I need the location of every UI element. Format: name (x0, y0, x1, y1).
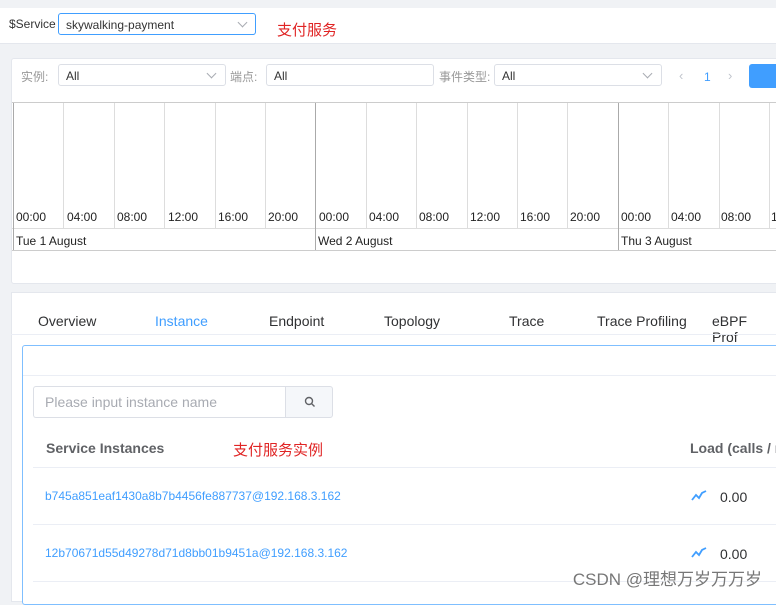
timeline-gridline (517, 103, 518, 228)
instance-link[interactable]: b745a851eaf1430a8b7b4456fe887737@192.168… (45, 489, 341, 503)
endpoint-filter-input[interactable]: All (266, 64, 434, 86)
timeline-tick: 08:00 (117, 210, 148, 224)
timeline-gridline (366, 103, 367, 228)
timeline-tick: 20:00 (268, 210, 299, 224)
timeline-tick: 08:00 (721, 210, 752, 224)
service-annotation: 支付服务 (277, 22, 338, 39)
tab-topology[interactable]: Topology (384, 313, 440, 329)
timeline-tick: 16:00 (520, 210, 551, 224)
timeline-divider (12, 228, 776, 229)
tab-ebpf-profiling[interactable]: eBPF Prof (712, 313, 776, 345)
trend-icon (691, 547, 707, 558)
trend-icon (691, 490, 707, 501)
timeline-day-label: Thu 3 August (621, 234, 692, 248)
chevron-down-icon (237, 17, 248, 28)
search-events-button[interactable] (749, 64, 776, 88)
timeline-gridline (215, 103, 216, 228)
tab-divider (11, 334, 776, 335)
chevron-down-icon (206, 68, 217, 79)
instance-load-value: 0.00 (720, 546, 748, 562)
timeline-tick: 04:00 (671, 210, 702, 224)
column-header-instances: Service Instances (46, 440, 165, 456)
event-type-label: 事件类型: (439, 70, 491, 84)
timeline-day-divider (13, 103, 14, 250)
timeline-tick: 12:00 (470, 210, 501, 224)
pager-next-button[interactable]: › (728, 68, 732, 83)
event-type-select[interactable]: All (494, 64, 662, 86)
timeline-tick: 00:00 (621, 210, 652, 224)
tab-trace[interactable]: Trace (509, 313, 544, 329)
instance-search-input[interactable] (33, 386, 286, 418)
watermark: CSDN @理想万岁万万岁 (572, 570, 762, 589)
timeline-tick: 1 (771, 210, 776, 224)
timeline-day-divider (618, 103, 619, 250)
service-select-value: skywalking-payment (66, 18, 175, 32)
timeline-gridline (719, 103, 720, 228)
tab-overview[interactable]: Overview (38, 313, 96, 329)
timeline-gridline (63, 103, 64, 228)
event-type-value: All (502, 69, 516, 83)
chevron-down-icon (642, 68, 653, 79)
tab-endpoint[interactable]: Endpoint (269, 313, 324, 329)
service-select[interactable]: skywalking-payment (58, 13, 256, 35)
endpoint-filter-label: 端点: (230, 70, 258, 84)
timeline-gridline (668, 103, 669, 228)
timeline-gridline (567, 103, 568, 228)
timeline-gridline (769, 103, 770, 228)
timeline-tick: 16:00 (218, 210, 249, 224)
table-row-divider (33, 524, 776, 525)
timeline-gridline (467, 103, 468, 228)
pager-prev-button[interactable]: ‹ (679, 68, 683, 83)
service-label: $Service (9, 17, 56, 31)
timeline-gridline (416, 103, 417, 228)
timeline-day-divider (315, 103, 316, 250)
timeline-gridline (265, 103, 266, 228)
table-divider (33, 467, 776, 468)
instances-annotation: 支付服务实例 (233, 442, 324, 459)
timeline-tick: 08:00 (419, 210, 450, 224)
timeline-tick: 00:00 (16, 210, 47, 224)
search-icon (304, 396, 315, 407)
timeline-gridline (164, 103, 165, 228)
instance-search-button[interactable] (285, 386, 333, 418)
event-timeline[interactable]: 00:00 04:00 08:00 12:00 16:00 20:00 00:0… (12, 102, 776, 251)
tab-trace-profiling[interactable]: Trace Profiling (597, 313, 687, 329)
instance-link[interactable]: 12b70671d55d49278d71d8bb01b9451a@192.168… (45, 546, 347, 560)
instance-filter-label: 实例: (21, 70, 49, 84)
timeline-day-label: Tue 1 August (16, 234, 87, 248)
tab-instance[interactable]: Instance (155, 313, 208, 329)
timeline-tick: 00:00 (319, 210, 350, 224)
timeline-tick: 20:00 (570, 210, 601, 224)
timeline-tick: 04:00 (67, 210, 98, 224)
timeline-tick: 12:00 (168, 210, 199, 224)
instance-load-value: 0.00 (720, 489, 748, 505)
endpoint-filter-value: All (274, 69, 288, 83)
instance-filter-value: All (66, 69, 80, 83)
instance-filter-select[interactable]: All (58, 64, 226, 86)
timeline-day-label: Wed 2 August (318, 234, 393, 248)
pager-page-number[interactable]: 1 (704, 70, 711, 84)
timeline-gridline (114, 103, 115, 228)
column-header-load: Load (calls / n (690, 440, 776, 456)
timeline-tick: 04:00 (369, 210, 400, 224)
widget-header-divider (23, 375, 776, 376)
